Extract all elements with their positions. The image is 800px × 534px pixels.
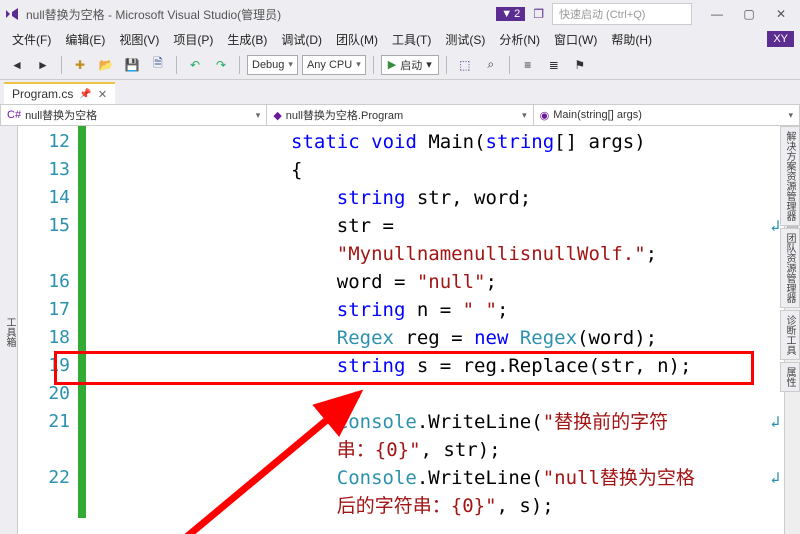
nav-fwd-button[interactable]: ► [32,54,54,76]
save-button[interactable]: 💾 [121,54,143,76]
menu-help[interactable]: 帮助(H) [605,29,658,50]
title-bar: null替换为空格 - Microsoft Visual Studio(管理员)… [0,0,800,28]
platform-combo[interactable]: Any CPU▾ [302,55,366,75]
config-combo[interactable]: Debug▾ [247,55,298,75]
window-title: null替换为空格 - Microsoft Visual Studio(管理员) [26,6,281,23]
toolbox-well-tab[interactable]: 工具箱 [0,126,18,534]
close-button[interactable]: ✕ [766,4,796,24]
menu-project[interactable]: 项目(P) [167,29,219,50]
nav-back-button[interactable]: ◄ [6,54,28,76]
code-editor[interactable]: 1213141516171819202122 static void Main(… [18,126,800,534]
start-debug-button[interactable]: ▶启动▾ [381,55,439,75]
method-icon: ◉ [540,109,550,122]
nav-bar: C# null替换为空格 ▾ ◆ null替换为空格.Program ▾ ◉ M… [0,104,800,126]
find-button[interactable]: ⌕ [480,54,502,76]
tab-close-icon[interactable]: ✕ [98,88,107,101]
chevron-down-icon: ▾ [788,110,793,121]
vs-logo-icon [4,6,20,22]
csharp-icon: C# [7,109,21,121]
change-indicator [78,126,86,534]
redo-button[interactable]: ↷ [210,54,232,76]
tab-strip: Program.cs 📌 ✕ [0,80,800,104]
class-icon: ◆ [273,109,281,122]
menu-window[interactable]: 窗口(W) [548,29,603,50]
menu-view[interactable]: 视图(V) [113,29,165,50]
code-surface[interactable]: static void Main(string[] args) { string… [100,126,784,534]
menu-test[interactable]: 测试(S) [439,29,491,50]
doc-tab-program[interactable]: Program.cs 📌 ✕ [4,82,115,104]
outline-margin[interactable] [86,126,100,534]
step-icon[interactable]: ⬚ [454,54,476,76]
uncomment-button[interactable]: ≣ [543,54,565,76]
user-badge[interactable]: XY [767,31,794,47]
open-file-button[interactable]: 📂 [95,54,117,76]
main-toolbar: ◄ ► ✚ 📂 💾 🗎 ↶ ↷ Debug▾ Any CPU▾ ▶启动▾ ⬚ ⌕… [0,50,800,80]
menu-edit[interactable]: 编辑(E) [59,29,111,50]
new-project-button[interactable]: ✚ [69,54,91,76]
menu-bar: 文件(F) 编辑(E) 视图(V) 项目(P) 生成(B) 调试(D) 团队(M… [0,28,800,50]
menu-file[interactable]: 文件(F) [6,29,57,50]
team-explorer-tab[interactable]: 团队资源管理器 [780,228,800,308]
menu-build[interactable]: 生成(B) [221,29,273,50]
save-all-button[interactable]: 🗎 [147,54,169,76]
undo-button[interactable]: ↶ [184,54,206,76]
doc-tab-label: Program.cs [12,87,73,101]
chevron-down-icon: ▾ [256,110,261,121]
quick-launch-input[interactable]: 快速启动 (Ctrl+Q) [552,3,692,25]
feedback-icon[interactable]: ❐ [529,7,548,21]
comment-button[interactable]: ≡ [517,54,539,76]
diagnostics-tab[interactable]: 诊断工具 [780,310,800,360]
nav-project-combo[interactable]: C# null替换为空格 ▾ [1,105,267,125]
menu-tools[interactable]: 工具(T) [386,29,437,50]
chevron-down-icon: ▾ [522,110,527,121]
minimize-button[interactable]: — [702,4,732,24]
nav-member-combo[interactable]: ◉ Main(string[] args) ▾ [534,105,799,125]
menu-team[interactable]: 团队(M) [330,29,384,50]
maximize-button[interactable]: ▢ [734,4,764,24]
notification-badge[interactable]: ▼2 [496,7,525,21]
menu-analyze[interactable]: 分析(N) [493,29,546,50]
bookmark-button[interactable]: ⚑ [569,54,591,76]
solution-explorer-tab[interactable]: 解决方案资源管理器 [780,126,800,226]
line-number-gutter: 1213141516171819202122 [18,126,78,534]
properties-tab[interactable]: 属性 [780,362,800,392]
nav-class-combo[interactable]: ◆ null替换为空格.Program ▾ [267,105,533,125]
pin-icon[interactable]: 📌 [79,89,91,100]
right-tool-wells: 解决方案资源管理器 团队资源管理器 诊断工具 属性 [780,126,800,392]
menu-debug[interactable]: 调试(D) [275,29,328,50]
